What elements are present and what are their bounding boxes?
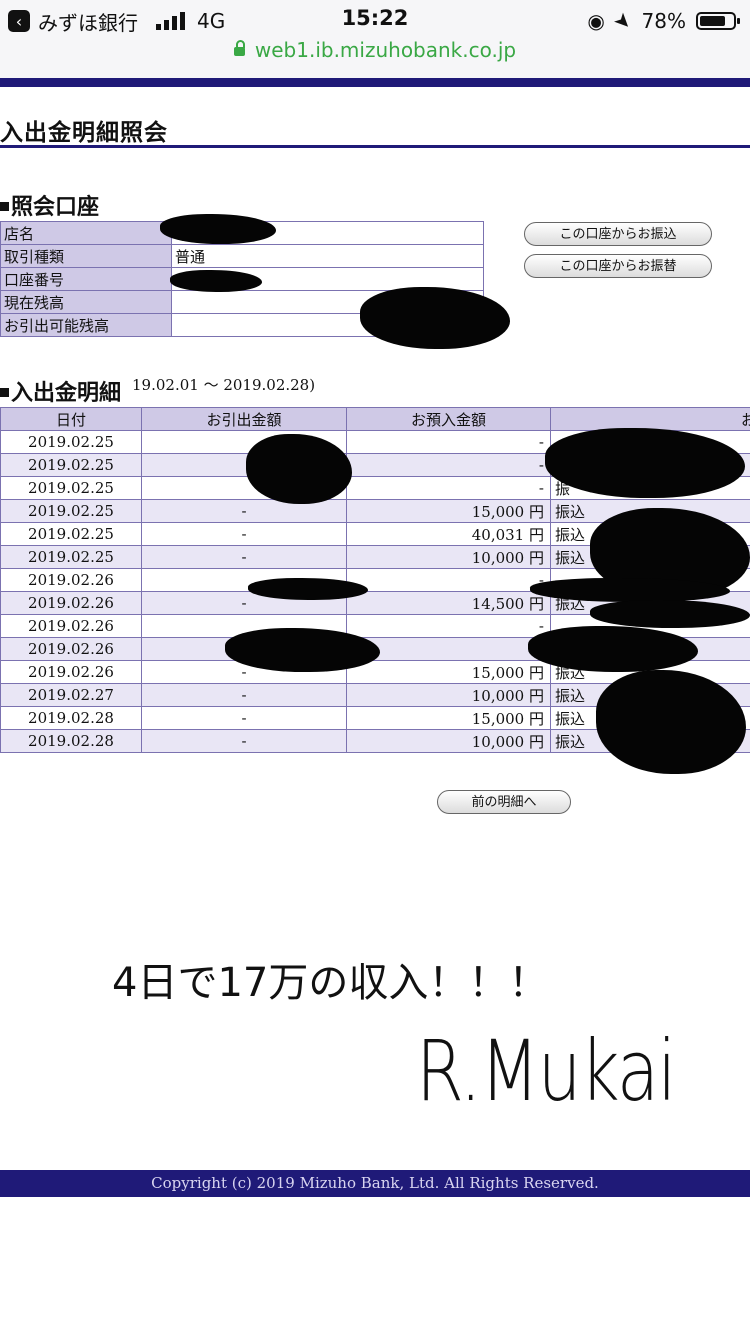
deposit-cell: 10,000 円	[346, 545, 551, 569]
lock-icon	[233, 40, 245, 56]
withdrawal-cell: -	[141, 706, 347, 730]
square-bullet-icon	[0, 387, 9, 397]
deposit-cell: 15,000 円	[346, 660, 551, 684]
title-divider	[0, 145, 750, 148]
deposit-cell: 15,000 円	[346, 706, 551, 730]
transactions-section-heading: 入出金明細	[0, 375, 121, 407]
account-field-label: お引出可能残高	[0, 313, 172, 337]
deposit-cell: -	[346, 568, 551, 592]
header-band	[0, 78, 750, 87]
withdrawal-cell: -	[141, 683, 347, 707]
redaction	[360, 287, 510, 349]
deposit-cell: 40,031 円	[346, 522, 551, 546]
date-cell: 2019.02.27	[0, 683, 142, 707]
deposit-cell: 14,500 円	[346, 591, 551, 615]
deposit-cell: -	[346, 476, 551, 500]
square-bullet-icon	[0, 201, 9, 211]
account-field-label: 現在残高	[0, 290, 172, 314]
status-right: ◉ ➤ 78%	[587, 6, 740, 36]
account-field-label: 口座番号	[0, 267, 172, 291]
date-cell: 2019.02.26	[0, 637, 142, 661]
deposit-cell: 15,000 円	[346, 499, 551, 523]
date-cell: 2019.02.25	[0, 545, 142, 569]
redaction	[225, 628, 380, 672]
previous-statement-button[interactable]: 前の明細へ	[437, 790, 571, 814]
transfer-from-account-button[interactable]: この口座からお振込	[524, 222, 712, 246]
move-from-account-button[interactable]: この口座からお振替	[524, 254, 712, 278]
deposit-cell: 10,000 円	[346, 683, 551, 707]
withdrawal-cell: -	[141, 545, 347, 569]
battery-icon	[696, 12, 740, 30]
deposit-cell: -	[346, 453, 551, 477]
column-header: お引出金額	[141, 407, 347, 431]
date-cell: 2019.02.25	[0, 499, 142, 523]
withdrawal-cell: -	[141, 522, 347, 546]
page-title: 入出金明細照会	[0, 119, 168, 146]
battery-percent: 78%	[641, 9, 686, 33]
deposit-cell: -	[346, 614, 551, 638]
redaction	[170, 270, 262, 292]
date-cell: 2019.02.25	[0, 522, 142, 546]
account-field-value: 普通	[171, 244, 484, 268]
url-text: web1.ib.mizuhobank.co.jp	[254, 38, 517, 62]
browser-status-bar: ‹ みずほ銀行 4G 15:22 ◉ ➤ 78% web1.ib.mizuhob…	[0, 0, 750, 80]
date-cell: 2019.02.28	[0, 706, 142, 730]
account-section-heading: 照会口座	[0, 189, 99, 221]
date-cell: 2019.02.28	[0, 729, 142, 753]
date-cell: 2019.02.25	[0, 430, 142, 454]
withdrawal-cell: -	[141, 729, 347, 753]
date-cell: 2019.02.26	[0, 591, 142, 615]
location-arrow-icon: ➤	[608, 6, 638, 36]
date-cell: 2019.02.25	[0, 476, 142, 500]
income-caption: 4日で17万の収入！！！	[112, 960, 549, 1006]
account-row: 取引種類 普通	[0, 244, 484, 268]
rotation-lock-icon: ◉	[587, 9, 605, 33]
date-cell: 2019.02.26	[0, 568, 142, 592]
redaction	[248, 578, 368, 600]
date-cell: 2019.02.26	[0, 614, 142, 638]
statement-period: 19.02.01 ～ 2019.02.28)	[132, 376, 316, 394]
signature: R.Mukai	[416, 1022, 677, 1120]
date-cell: 2019.02.26	[0, 660, 142, 684]
copyright-footer: Copyright (c) 2019 Mizuho Bank, Ltd. All…	[0, 1170, 750, 1197]
deposit-cell: -	[346, 430, 551, 454]
account-field-label: 取引種類	[0, 244, 172, 268]
column-header: 日付	[0, 407, 142, 431]
redaction	[160, 214, 276, 244]
redaction	[590, 600, 750, 628]
deposit-cell: 10,000 円	[346, 729, 551, 753]
column-header: お	[550, 407, 750, 431]
account-field-label: 店名	[0, 221, 172, 245]
date-cell: 2019.02.25	[0, 453, 142, 477]
address-bar[interactable]: web1.ib.mizuhobank.co.jp	[0, 38, 750, 62]
redaction	[530, 578, 730, 602]
column-header: お預入金額	[346, 407, 551, 431]
